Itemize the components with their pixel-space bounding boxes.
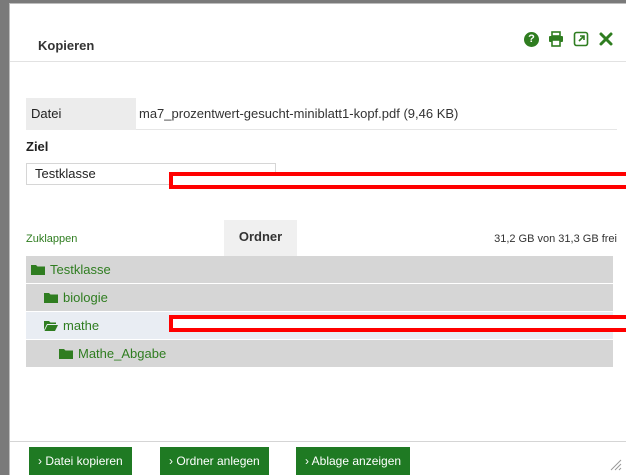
file-label: Datei — [26, 98, 136, 130]
show-storage-button[interactable]: › Ablage anzeigen — [296, 447, 411, 475]
collapse-link[interactable]: Zuklappen — [26, 233, 77, 245]
tree-item-label: mathe — [63, 318, 100, 333]
copy-file-button[interactable]: › Datei kopieren — [29, 447, 132, 475]
popout-icon[interactable] — [573, 31, 589, 47]
print-icon[interactable] — [548, 31, 564, 47]
tree-item-testklasse[interactable]: Testklasse — [26, 256, 613, 283]
target-label: Ziel — [26, 139, 49, 154]
folder-open-icon — [44, 321, 58, 331]
highlight-bar-folder — [169, 315, 626, 332]
resize-grip-icon[interactable] — [610, 459, 622, 471]
file-divider — [136, 129, 617, 130]
storage-free-space: 31,2 GB von 31,3 GB frei — [494, 233, 617, 245]
tree-item-mathe-abgabe[interactable]: Mathe_Abgabe — [26, 340, 613, 367]
file-row: Datei ma7_prozentwert-gesucht-miniblatt1… — [26, 98, 617, 130]
help-icon[interactable]: ? — [524, 31, 539, 47]
close-icon[interactable] — [598, 31, 614, 47]
folder-icon — [31, 265, 45, 275]
create-folder-button[interactable]: › Ordner anlegen — [160, 447, 269, 475]
highlight-bar-target — [169, 172, 626, 189]
dialog-footer: › Datei kopieren › Ordner anlegen › Abla… — [10, 441, 626, 475]
copy-dialog: Kopieren ? Datei ma7_prozentwert-gesucht… — [9, 3, 626, 475]
folder-icon — [44, 293, 58, 303]
tab-folders[interactable]: Ordner — [224, 220, 297, 256]
dialog-title: Kopieren — [38, 38, 95, 53]
folder-browser-header: Zuklappen Ordner 31,2 GB von 31,3 GB fre… — [26, 220, 617, 256]
tree-item-label: biologie — [63, 290, 108, 305]
header-divider — [10, 61, 626, 62]
tree-item-biologie[interactable]: biologie — [26, 284, 613, 311]
file-name: ma7_prozentwert-gesucht-miniblatt1-kopf.… — [139, 106, 459, 121]
dialog-header: Kopieren ? — [10, 4, 626, 60]
tree-item-label: Testklasse — [50, 262, 111, 277]
header-actions: ? — [524, 31, 614, 47]
folder-icon — [59, 349, 73, 359]
tree-item-label: Mathe_Abgabe — [78, 346, 167, 361]
target-select-value: Testklasse — [35, 166, 96, 181]
